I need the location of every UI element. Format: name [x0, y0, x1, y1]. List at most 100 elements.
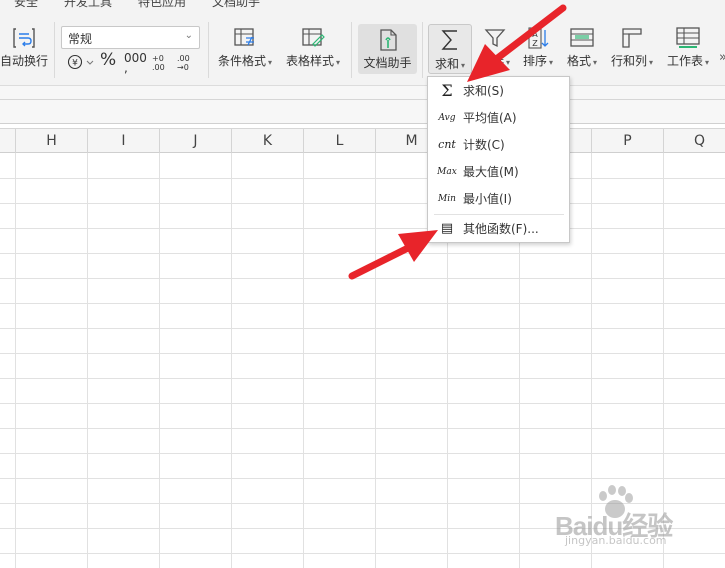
grid-row-line [0, 203, 725, 204]
number-format-select[interactable]: 常规 ⌄ [61, 26, 200, 49]
caret-down-icon: ▾ [268, 58, 273, 67]
thousands-separator-button[interactable]: 000 , [124, 52, 147, 74]
doc-helper-label: 文档助手 [363, 56, 412, 70]
menu-item-average[interactable]: Avg 平均值(A) [428, 105, 569, 131]
grid-row-line [0, 278, 725, 279]
menu-item-max[interactable]: Max 最大值(M) [428, 159, 569, 185]
grid-column-line [15, 153, 16, 568]
column-header-q[interactable]: Q [664, 129, 725, 153]
grid-column-line [375, 153, 376, 568]
more-icon[interactable]: » [716, 50, 725, 65]
sort-button[interactable]: A Z 排序 ▾ [518, 26, 558, 69]
grid-column-line [231, 153, 232, 568]
auto-wrap-label: 自动换行 [0, 54, 49, 68]
menu-item-count[interactable]: cnt 计数(C) [428, 132, 569, 158]
sigma-icon: Σ [441, 81, 453, 100]
worksheet-button[interactable]: 工作表 ▾ [664, 26, 712, 69]
group-divider [54, 22, 55, 78]
menu-tab-special-apps[interactable]: 特色应用 [138, 0, 186, 10]
column-header-j[interactable]: J [160, 129, 232, 153]
row-col-button[interactable]: 行和列 ▾ [606, 26, 658, 69]
conditional-format-label: 条件格式 [217, 54, 266, 68]
conditional-format-icon [234, 28, 254, 46]
menu-item-label: 最大值(M) [463, 165, 519, 179]
row-column-icon [622, 28, 642, 48]
column-header-h[interactable]: H [16, 129, 88, 153]
grid-column-line [303, 153, 304, 568]
caret-down-icon: ▾ [593, 58, 598, 67]
group-divider [422, 22, 423, 78]
format-button[interactable]: 格式 ▾ [562, 26, 602, 69]
sum-label: 求和 [434, 57, 459, 71]
worksheet-label: 工作表 [666, 54, 703, 68]
format-label: 格式 [566, 54, 591, 68]
formula-bar-area [0, 86, 725, 124]
svg-text:Z: Z [532, 39, 538, 48]
decrease-decimal-button[interactable]: .00 →0 [177, 54, 197, 72]
row-col-label: 行和列 [610, 54, 647, 68]
menu-tab-doc-helper[interactable]: 文档助手 [212, 0, 260, 10]
grid-row-line [0, 253, 725, 254]
menu-item-label: 平均值(A) [463, 111, 517, 125]
table-style-icon [302, 28, 325, 47]
menu-item-sum[interactable]: Σ 求和(S) [428, 78, 569, 104]
filter-label: 筛选 [479, 54, 504, 68]
filter-button[interactable]: 筛选 ▾ [475, 26, 515, 69]
menu-tab-security[interactable]: 安全 [14, 0, 38, 10]
currency-icon[interactable]: ¥ [66, 53, 96, 74]
column-header-l[interactable]: L [304, 129, 376, 153]
menu-divider [434, 214, 564, 215]
auto-wrap-button[interactable]: 自动换行 [0, 26, 48, 69]
formula-bar-divider [0, 99, 725, 100]
wrap-text-icon [13, 28, 35, 48]
caret-down-icon: ▾ [549, 58, 554, 67]
worksheet-icon [676, 27, 700, 48]
percent-button[interactable]: % [100, 50, 116, 70]
max-icon: Max [437, 167, 457, 177]
chevron-down-icon: ⌄ [184, 30, 193, 41]
menu-tab-developer-tools[interactable]: 开发工具 [64, 0, 112, 10]
menu-item-label: 计数(C) [463, 138, 505, 152]
count-icon: cnt [438, 138, 456, 151]
menu-tab-strip: 安全 开发工具 特色应用 文档助手 [0, 0, 725, 14]
format-icon [570, 28, 594, 47]
group-divider [208, 22, 209, 78]
svg-text:¥: ¥ [72, 59, 78, 69]
conditional-format-button[interactable]: 条件格式 ▾ [214, 26, 276, 69]
column-header-i[interactable]: I [88, 129, 160, 153]
grid-row-line [0, 478, 725, 479]
sigma-icon [441, 30, 457, 50]
sort-az-icon: A Z [528, 27, 549, 49]
grid-row-line [0, 453, 725, 454]
function-list-icon: ▤ [440, 221, 454, 236]
grid-row-line [0, 403, 725, 404]
doc-helper-button[interactable]: 文档助手 [358, 24, 417, 74]
caret-down-icon: ▾ [705, 58, 710, 67]
menu-item-min[interactable]: Min 最小值(I) [428, 186, 569, 212]
watermark-url-text: jingyan.baidu.com [565, 534, 667, 547]
column-header-k[interactable]: K [232, 129, 304, 153]
caret-down-icon: ▾ [649, 58, 654, 67]
menu-item-more-functions[interactable]: ▤ 其他函数(F)... [428, 216, 569, 242]
average-icon: Avg [438, 113, 456, 123]
sum-button[interactable]: 求和 ▾ [428, 24, 472, 74]
menu-item-label: 求和(S) [463, 84, 504, 98]
increase-decimal-button[interactable]: +0 .00 [152, 54, 172, 72]
caret-down-icon: ▾ [506, 58, 511, 67]
ribbon-toolbar: 自动换行 常规 ⌄ ¥ % 000 , +0 .00 .00 →0 条件格式▾ [0, 14, 725, 86]
table-style-button[interactable]: 表格样式 ▾ [282, 26, 344, 69]
grid-row-line [0, 303, 725, 304]
column-header-p[interactable]: P [592, 129, 664, 153]
caret-down-icon: ▾ [461, 61, 466, 70]
column-header-partial[interactable] [0, 129, 16, 153]
grid-row-line [0, 378, 725, 379]
menu-item-label: 最小值(I) [463, 192, 512, 206]
grid-column-line [159, 153, 160, 568]
sum-dropdown-menu: Σ 求和(S) Avg 平均值(A) cnt 计数(C) Max 最大值(M) … [427, 76, 570, 243]
grid-column-line [87, 153, 88, 568]
column-header-row: H I J K L M N O P Q [0, 128, 725, 153]
grid-row-line [0, 178, 725, 179]
grid-row-line [0, 328, 725, 329]
caret-down-icon: ▾ [336, 58, 341, 67]
table-style-label: 表格样式 [285, 54, 334, 68]
